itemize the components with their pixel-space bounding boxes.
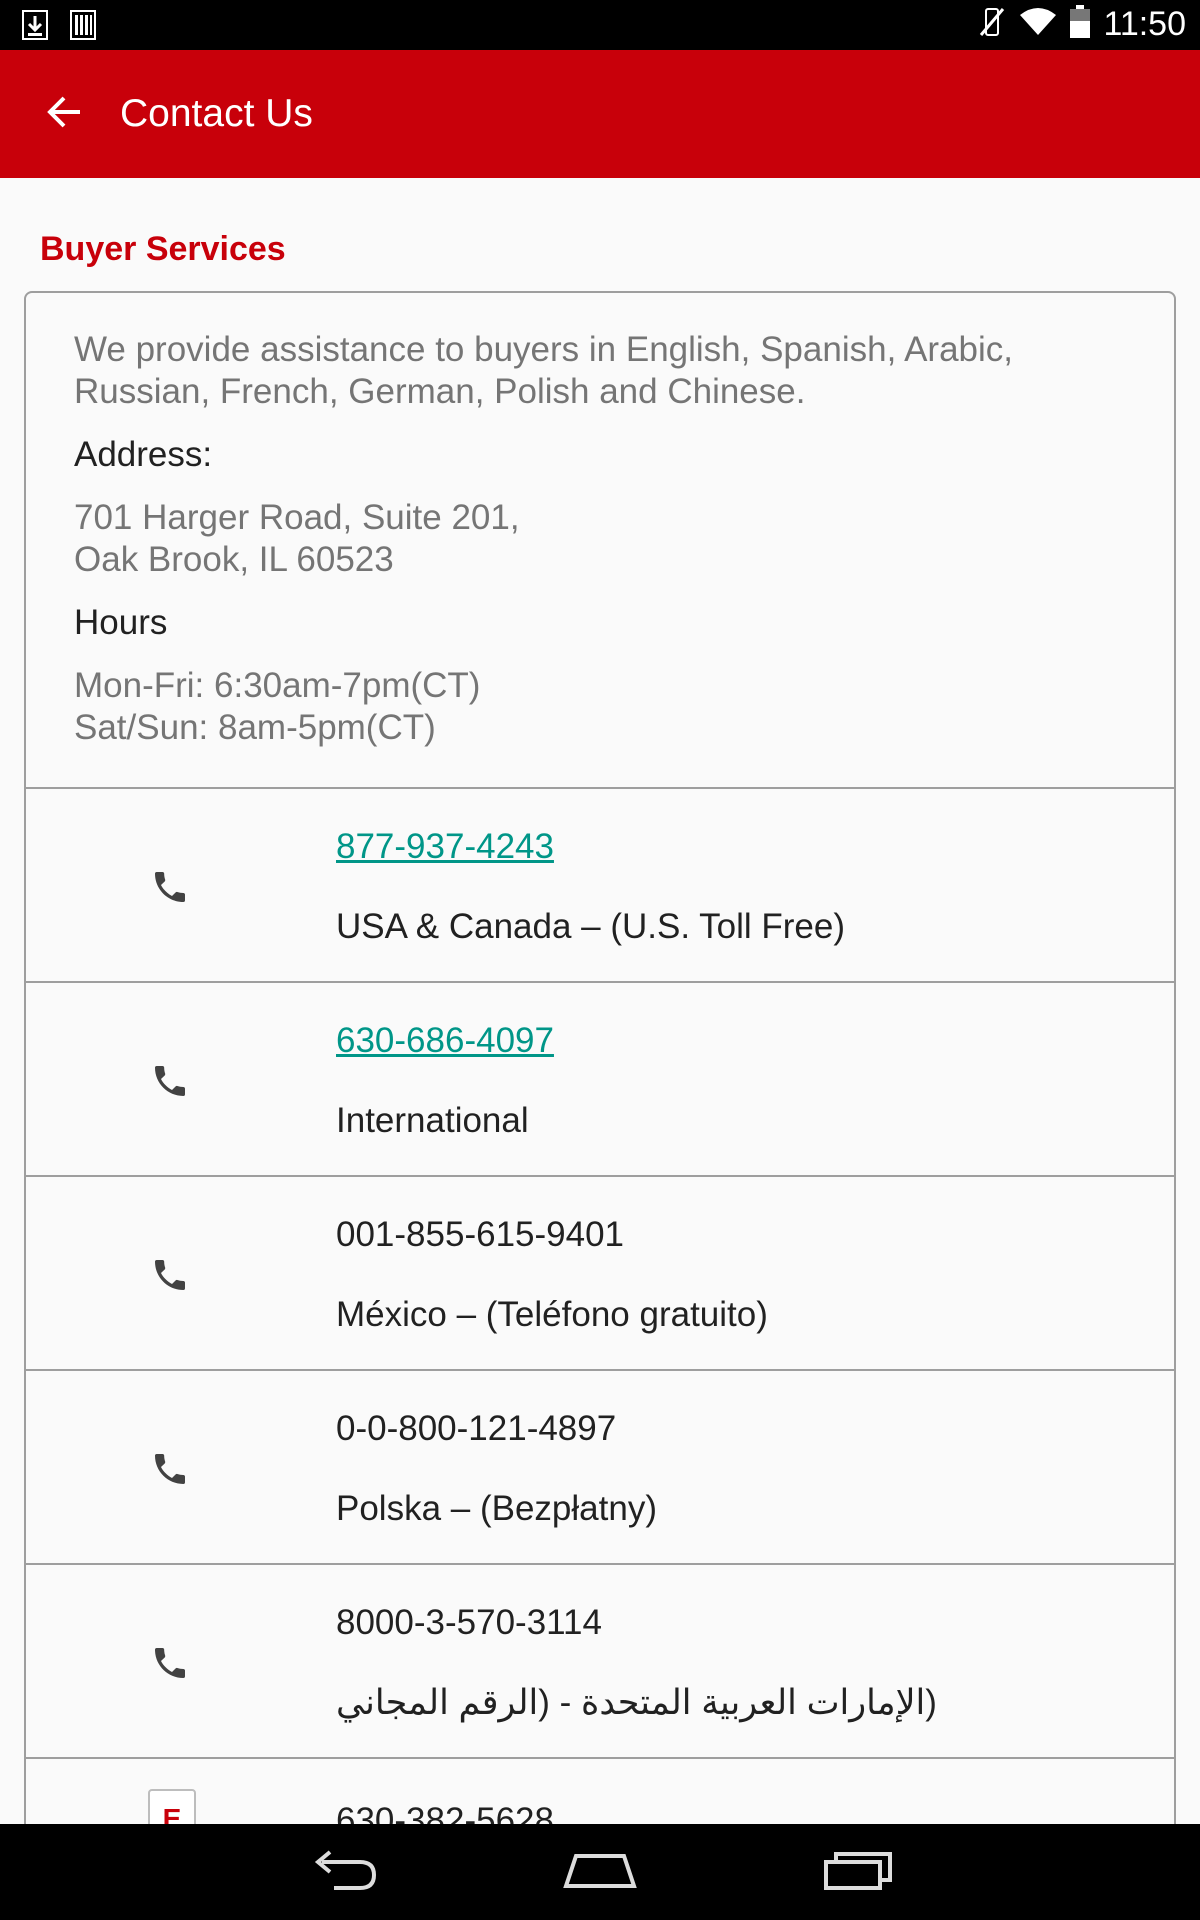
- address-line-2: Oak Brook, IL 60523: [74, 540, 394, 579]
- phone-number[interactable]: 001-855-615-9401: [336, 1215, 624, 1255]
- status-bar: 11:50: [0, 0, 1200, 50]
- page-title: Contact Us: [120, 92, 313, 135]
- contact-row-polska[interactable]: 0-0-800-121-4897 Polska – (Bezpłatny): [26, 1369, 1174, 1563]
- barcode-icon: [70, 10, 96, 45]
- home-nav-icon: [562, 1850, 638, 1895]
- phone-number[interactable]: 630-382-5628: [336, 1801, 554, 1824]
- download-icon: [22, 10, 48, 45]
- contact-row-international[interactable]: 630-686-4097 International: [26, 981, 1174, 1175]
- nav-home-button[interactable]: [552, 1840, 648, 1904]
- vibrate-muted-icon: [977, 5, 1007, 44]
- back-nav-icon: [308, 1848, 380, 1897]
- app-bar: Contact Us: [0, 50, 1200, 178]
- phone-number-link[interactable]: 630-686-4097: [336, 1021, 554, 1061]
- phone-icon: [150, 1255, 190, 1295]
- phone-icon: [150, 867, 190, 907]
- wifi-icon: [1019, 7, 1057, 42]
- info-block: We provide assistance to buyers in Engli…: [74, 329, 1134, 749]
- section-title: Buyer Services: [40, 230, 286, 268]
- phone-number-link[interactable]: 877-937-4243: [336, 827, 554, 867]
- contact-row-usa-canada[interactable]: 877-937-4243 USA & Canada – (U.S. Toll F…: [26, 787, 1174, 981]
- phone-description: USA & Canada – (U.S. Toll Free): [336, 907, 846, 946]
- e-logo-icon: E: [148, 1789, 196, 1824]
- phone-number[interactable]: 0-0-800-121-4897: [336, 1409, 616, 1449]
- phone-icon: [150, 1643, 190, 1683]
- contact-card: We provide assistance to buyers in Engli…: [24, 291, 1176, 1824]
- nav-back-button[interactable]: [296, 1840, 392, 1904]
- content-area[interactable]: Buyer Services We provide assistance to …: [0, 178, 1200, 1824]
- nav-recents-button[interactable]: [810, 1840, 906, 1904]
- hours-line-2: Sat/Sun: 8am-5pm(CT): [74, 708, 436, 747]
- phone-number[interactable]: 8000-3-570-3114: [336, 1603, 602, 1643]
- contact-row-partial[interactable]: E 630-382-5628: [26, 1757, 1174, 1824]
- status-time: 11:50: [1103, 5, 1186, 43]
- battery-icon: [1069, 5, 1091, 44]
- phone-description: México – (Teléfono gratuito): [336, 1295, 768, 1334]
- arrow-back-icon: [44, 92, 84, 137]
- address-line-1: 701 Harger Road, Suite 201,: [74, 498, 520, 537]
- hours-line-1: Mon-Fri: 6:30am-7pm(CT): [74, 666, 481, 705]
- phone-description: International: [336, 1101, 529, 1140]
- back-button[interactable]: [30, 80, 98, 148]
- system-nav-bar: [0, 1824, 1200, 1920]
- phone-description: (الإمارات العربية المتحدة - (الرقم المجا…: [336, 1683, 937, 1722]
- contact-row-uae[interactable]: 8000-3-570-3114 (الإمارات العربية المتحد…: [26, 1563, 1174, 1757]
- contact-row-mexico[interactable]: 001-855-615-9401 México – (Teléfono grat…: [26, 1175, 1174, 1369]
- address-label: Address:: [74, 435, 213, 474]
- phone-description: Polska – (Bezpłatny): [336, 1489, 657, 1528]
- hours-label: Hours: [74, 603, 168, 642]
- recents-nav-icon: [823, 1850, 893, 1895]
- phone-icon: [150, 1061, 190, 1101]
- services-description: We provide assistance to buyers in Engli…: [74, 330, 1014, 411]
- phone-icon: [150, 1449, 190, 1489]
